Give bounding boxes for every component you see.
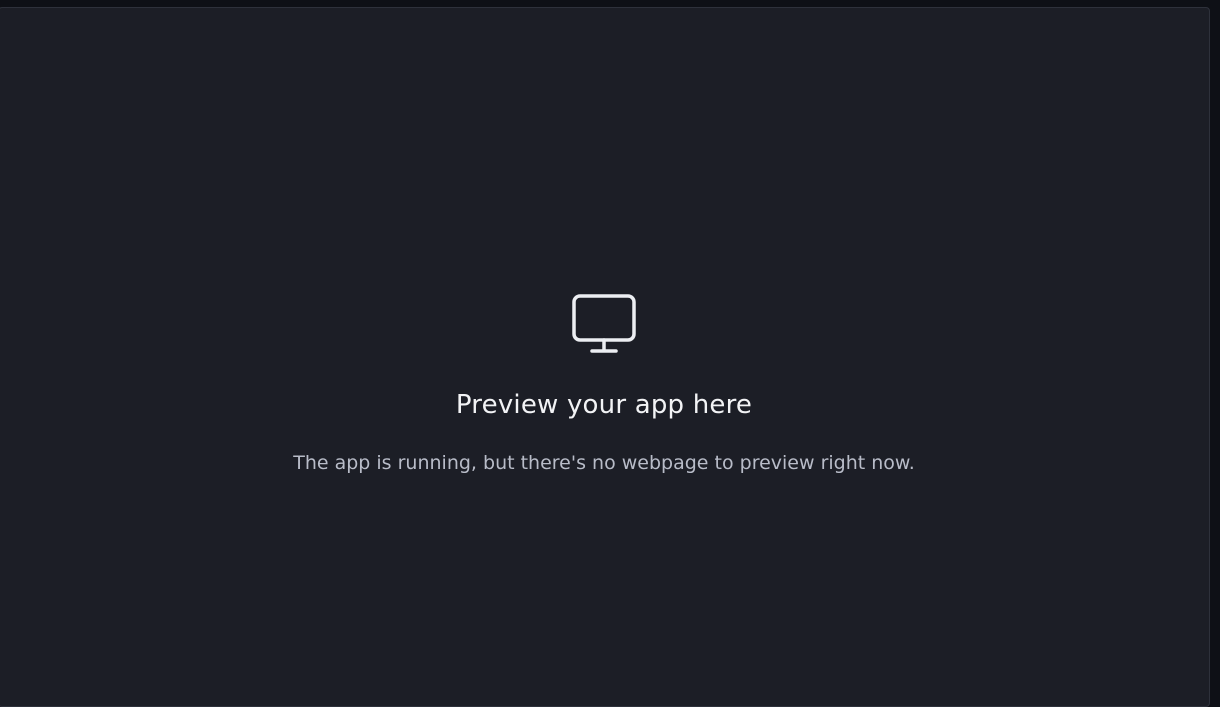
preview-title: Preview your app here xyxy=(455,390,753,420)
preview-subtitle: The app is running, but there's no webpa… xyxy=(293,452,915,474)
monitor-icon xyxy=(572,294,636,353)
empty-state: Preview your app here The app is running… xyxy=(0,293,1209,475)
preview-panel: Preview your app here The app is running… xyxy=(0,7,1210,707)
